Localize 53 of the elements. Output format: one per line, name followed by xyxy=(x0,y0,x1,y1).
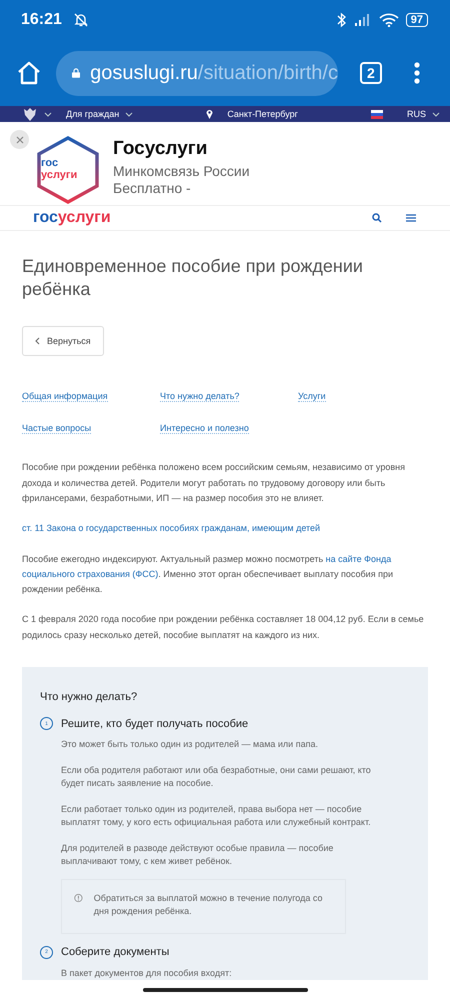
panel-title: Что нужно делать? xyxy=(40,691,138,703)
chevron-left-icon xyxy=(35,337,40,346)
section-link[interactable]: Интересно и полезно xyxy=(160,423,249,434)
flag-icon[interactable] xyxy=(370,110,383,118)
close-icon[interactable] xyxy=(16,136,24,144)
section-link[interactable]: Общая информация xyxy=(22,391,108,402)
note-text: Обратиться за выплатой можно в течение полугода со дня рождения ребёнка. xyxy=(94,892,324,918)
section-link[interactable]: Что нужно делать? xyxy=(160,391,240,402)
location-pin-icon xyxy=(206,109,214,119)
app-publisher: Минкомсвязь России xyxy=(113,163,250,180)
step-text: Если работает только один из родителей, права выбора нет — пособие выплатят тому, у кого есть официальная работа или служебный контракт. xyxy=(61,802,372,829)
citizens-menu[interactable]: Для граждан xyxy=(66,109,120,119)
paragraph: С 1 февраля 2020 года пособие при рождении ребёнка составляет 18 004,12 руб. Если в семье родилось сразу несколько детей, пособие выплатят на каждого из них. xyxy=(22,613,425,642)
site-logo[interactable]: госуслуги xyxy=(33,209,111,228)
close-button[interactable] xyxy=(10,130,29,149)
bell-off-icon xyxy=(72,12,89,28)
tab-count-button[interactable]: 2 xyxy=(360,62,382,84)
step-text: Если оба родителя работают или оба безработные, они сами решают, кто будет писать заявление на пособие. xyxy=(61,764,372,790)
fss-link[interactable]: на сайте Фонда xyxy=(326,554,392,564)
step-text: Это может быть только один из родителей — мама или папа. xyxy=(61,738,319,751)
section-link[interactable]: Услуги xyxy=(298,391,326,402)
address-bar[interactable]: gosuslugi.ru/situation/birth/c xyxy=(56,50,338,96)
home-icon[interactable] xyxy=(16,60,42,86)
signal-icon xyxy=(354,14,372,26)
step-title: Решите, кто будет получать пособие xyxy=(61,718,248,730)
chevron-down-icon[interactable] xyxy=(432,112,440,116)
fss-link[interactable]: социального страхования (ФСС) xyxy=(22,568,158,579)
paragraph: Пособие ежегодно индексируют. Актуальный размер можно посмотреть на сайте Фонда социального страхования (ФСС). Именно этот орган обеспечивает выплату пособия при рождении ребёнка. xyxy=(22,552,394,596)
app-price: Бесплатно - xyxy=(113,180,192,197)
law-link[interactable]: ст. 11 Закона о государственных пособиях гражданам, имеющим детей xyxy=(22,521,428,537)
more-icon[interactable] xyxy=(414,62,420,84)
chevron-down-icon[interactable] xyxy=(125,112,134,116)
menu-icon[interactable] xyxy=(406,214,416,222)
paragraph: Пособие при рождении ребёнка положено всем российским семьям, независимо от уровня дохода и количества детей. Родители могут работать по трудовому договору или быть фрилансерами, безработными, ИП — на размер пособия это не влияет. xyxy=(22,461,406,505)
bluetooth-icon xyxy=(336,12,347,28)
step-title: Соберите документы xyxy=(61,946,170,958)
app-logo: гос услуги xyxy=(35,135,101,205)
battery-indicator: 97 xyxy=(406,13,428,27)
status-time: 16:21 xyxy=(21,11,62,29)
wifi-icon xyxy=(378,13,399,27)
page-title: Единовременное пособие при рождении ребёнка xyxy=(22,255,364,302)
emblem-icon[interactable] xyxy=(22,106,38,122)
app-title: Госуслуги xyxy=(113,138,208,160)
step-text: В пакет документов для пособия входят: xyxy=(61,966,233,980)
back-button[interactable]: Вернуться xyxy=(22,326,104,356)
lock-icon xyxy=(72,66,80,80)
language-selector[interactable]: RUS xyxy=(406,109,426,119)
section-link[interactable]: Частые вопросы xyxy=(22,423,92,434)
chevron-down-icon[interactable] xyxy=(44,112,52,116)
location-link[interactable]: Санкт-Петербург xyxy=(227,109,298,119)
info-icon xyxy=(74,892,83,904)
search-icon[interactable] xyxy=(372,213,382,224)
step-text: Для родителей в разводе действуют особые правила — пособие выплачивают тому, с кем живет ребёнок. xyxy=(61,842,334,868)
